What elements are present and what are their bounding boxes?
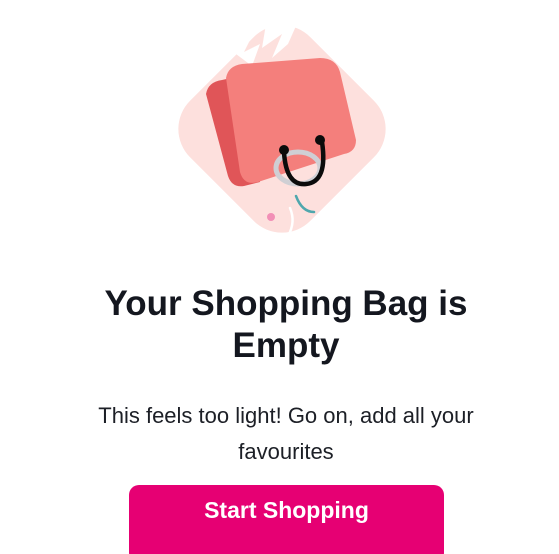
start-shopping-label: Start Shopping [204, 497, 369, 523]
empty-shopping-bag-icon [140, 0, 430, 275]
empty-bag-message: This feels too light! Go on, add all you… [98, 403, 474, 464]
confetti-dot [267, 213, 275, 221]
handle-rivet-right [315, 135, 325, 145]
confetti-dot [298, 235, 304, 241]
empty-bag-page: Your Shopping Bag is Empty This feels to… [0, 0, 559, 554]
handle-rivet-left [279, 145, 289, 155]
start-shopping-button[interactable]: Start Shopping [129, 485, 444, 554]
empty-bag-title: Your Shopping Bag is Empty [104, 284, 468, 365]
